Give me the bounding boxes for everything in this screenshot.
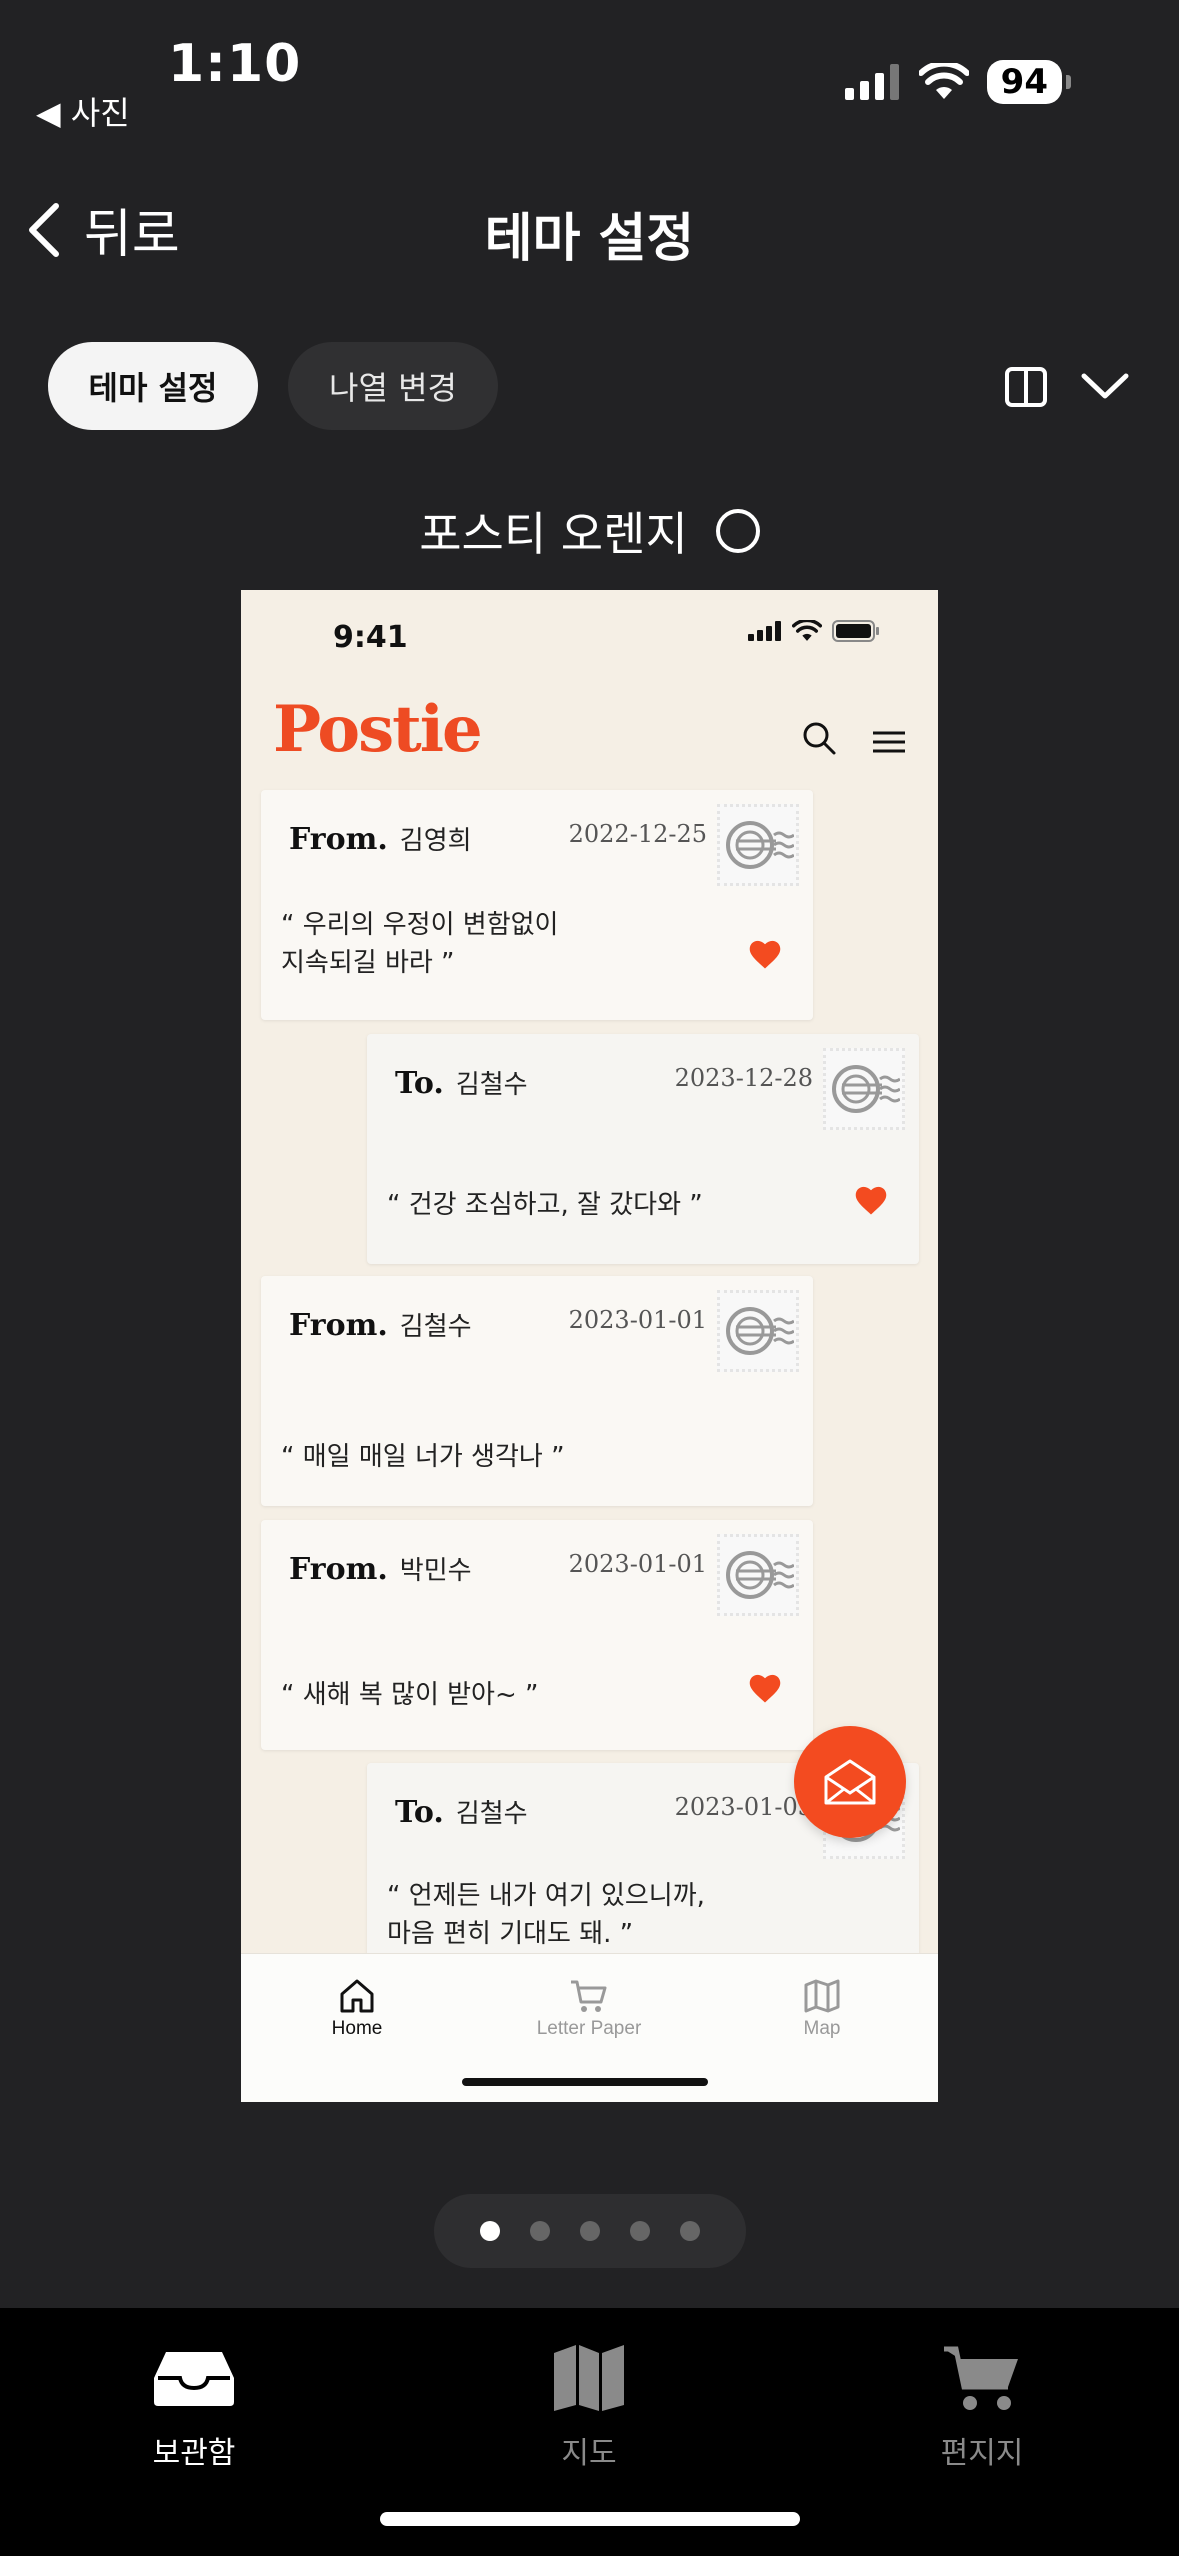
battery-tip: [1066, 75, 1071, 89]
chip-change-order[interactable]: 나열 변경: [288, 342, 498, 430]
preview-tab-home[interactable]: Home: [257, 1974, 457, 2040]
battery-indicator: 94: [986, 60, 1062, 104]
signal-icon: [748, 621, 781, 641]
card-name: 박민수: [399, 1556, 472, 1586]
tab-label: 보관함: [152, 2436, 236, 2471]
theme-name: 포스티 오렌지: [419, 507, 688, 561]
status-time: 1:10: [168, 34, 302, 94]
card-direction: To.: [395, 1795, 444, 1830]
card-header: From. 박민수: [289, 1550, 472, 1587]
tab-label: 지도: [561, 2436, 617, 2471]
preview-tab-label: Map: [803, 2018, 841, 2039]
envelope-icon: [824, 1759, 876, 1805]
home-indicator: [380, 2512, 800, 2526]
page-dot[interactable]: [480, 2221, 500, 2241]
card-header: To. 김철수: [395, 1793, 528, 1830]
card-direction: To.: [395, 1066, 444, 1101]
letter-card[interactable]: From. 김영희 2022-12-25 “ 우리의 우정이 변함없이 지속되길…: [261, 790, 813, 1020]
preview-status-icons: [748, 620, 880, 642]
card-direction: From.: [289, 1552, 388, 1587]
card-name: 김철수: [455, 1070, 528, 1100]
radio-button[interactable]: [715, 509, 760, 553]
signal-icon: [844, 64, 899, 100]
tab-map[interactable]: 지도: [469, 2328, 709, 2472]
theme-preview: 9:41 Postie From. 김영희 2022-12-25 “ 우리의 우…: [241, 590, 938, 2102]
wifi-icon: [918, 63, 969, 99]
back-to-app-link[interactable]: ◀ 사진: [36, 88, 130, 134]
map-icon: [804, 1979, 840, 2013]
postmark-stamp-icon: [717, 1290, 799, 1372]
preview-home-indicator: [462, 2078, 708, 2086]
card-date: 2023-01-03: [674, 1793, 813, 1821]
tab-archive[interactable]: 보관함: [74, 2328, 314, 2472]
battery-icon: [832, 620, 879, 642]
card-name: 김철수: [399, 1312, 472, 1342]
preview-tab-map[interactable]: Map: [722, 1974, 922, 2040]
card-date: 2022-12-25: [568, 820, 707, 848]
heart-icon[interactable]: [747, 938, 783, 970]
wifi-icon: [792, 620, 822, 641]
postmark-stamp-icon: [717, 804, 799, 886]
cart-icon: [571, 1980, 607, 2012]
chevron-down-icon[interactable]: [1080, 370, 1130, 402]
split-view-icon[interactable]: [1004, 366, 1048, 408]
preview-tab-letter-paper[interactable]: Letter Paper: [489, 1974, 689, 2040]
page-indicator[interactable]: [434, 2194, 746, 2268]
letter-card[interactable]: From. 박민수 2023-01-01 “ 새해 복 많이 받아~ ”: [261, 1520, 813, 1750]
card-header: From. 김영희: [289, 820, 472, 857]
menu-icon[interactable]: [871, 730, 907, 754]
card-name: 김영희: [399, 826, 472, 856]
preview-status-time: 9:41: [333, 620, 408, 655]
card-header: From. 김철수: [289, 1306, 472, 1343]
postmark-stamp-icon: [823, 1048, 905, 1130]
page-dot[interactable]: [680, 2221, 700, 2241]
page-dot[interactable]: [580, 2221, 600, 2241]
card-message: “ 건강 조심하고, 잘 갔다와 ”: [387, 1190, 703, 1220]
card-name: 김철수: [455, 1799, 528, 1829]
card-date: 2023-12-28: [674, 1064, 813, 1092]
card-message: “ 새해 복 많이 받아~ ”: [281, 1680, 539, 1710]
postmark-stamp-icon: [717, 1534, 799, 1616]
theme-option[interactable]: 포스티 오렌지: [0, 498, 1179, 564]
app-logo: Postie: [273, 692, 483, 767]
cart-icon: [944, 2346, 1018, 2410]
heart-icon[interactable]: [747, 1672, 783, 1704]
card-direction: From.: [289, 1308, 388, 1343]
tab-label: 편지지: [940, 2436, 1024, 2471]
card-date: 2023-01-01: [568, 1306, 707, 1334]
card-message: “ 우리의 우정이 변함없이 지속되길 바라 ”: [281, 910, 559, 978]
letter-card[interactable]: From. 김철수 2023-01-01 “ 매일 매일 너가 생각나 ”: [261, 1276, 813, 1506]
chip-theme-settings[interactable]: 테마 설정: [48, 342, 258, 430]
search-icon[interactable]: [801, 720, 837, 756]
card-direction: From.: [289, 822, 388, 857]
preview-tab-label: Home: [331, 2018, 383, 2039]
tab-letter-paper[interactable]: 편지지: [862, 2328, 1102, 2472]
page-dot[interactable]: [530, 2221, 550, 2241]
card-header: To. 김철수: [395, 1064, 528, 1101]
status-icons: 94: [844, 60, 1071, 104]
inbox-tray-icon: [154, 2352, 234, 2406]
home-icon: [340, 1979, 374, 2013]
page-title: 테마 설정: [484, 209, 695, 269]
card-date: 2023-01-01: [568, 1550, 707, 1578]
card-message: “ 매일 매일 너가 생각나 ”: [281, 1442, 565, 1472]
page-dot[interactable]: [630, 2221, 650, 2241]
letter-card[interactable]: To. 김철수 2023-12-28 “ 건강 조심하고, 잘 갔다와 ”: [367, 1034, 919, 1264]
map-icon: [554, 2345, 624, 2411]
heart-icon[interactable]: [853, 1184, 889, 1216]
compose-letter-button[interactable]: [794, 1726, 906, 1838]
card-message: “ 언제든 내가 여기 있으니까, 마음 편히 기대도 돼. ”: [387, 1881, 705, 1949]
preview-tab-label: Letter Paper: [536, 2018, 642, 2039]
